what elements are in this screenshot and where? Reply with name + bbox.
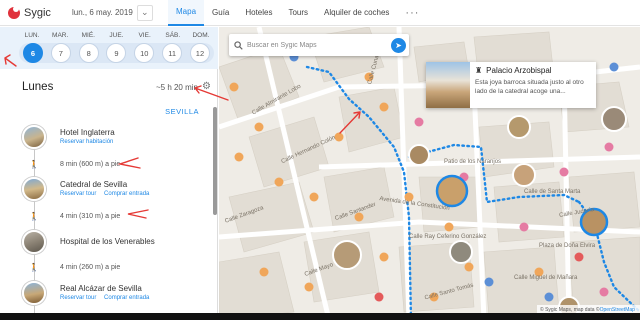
road-label: Calle de Santa Marta xyxy=(524,189,581,195)
stop-name: Hotel Inglaterra xyxy=(60,128,115,137)
attribution-text: © Sygic Maps, map data © xyxy=(540,306,600,313)
day-pill[interactable]: 9 xyxy=(106,43,127,63)
place-description: Esta joya barroca situada justo al otro … xyxy=(475,79,584,95)
search-icon[interactable] xyxy=(229,40,247,50)
stop-photo xyxy=(22,281,46,305)
day-name: Lunes xyxy=(22,81,54,93)
leg-duration: 4 min (310 m) a pie xyxy=(60,212,121,220)
buy-ticket-link[interactable]: Comprar entrada xyxy=(104,191,149,197)
itinerary-stop[interactable]: Hotel Inglaterra Reservar habitación xyxy=(22,125,212,153)
landmark-icon: ♜ xyxy=(475,66,483,75)
itinerary-stop[interactable]: Real Alcázar de Sevilla Reservar tour Co… xyxy=(22,281,212,309)
walking-person-icon: 🚶 xyxy=(29,262,39,272)
day-pill[interactable]: 7 xyxy=(50,43,71,63)
more-menu-icon[interactable]: ··· xyxy=(397,0,427,26)
map-search-box: ➤ xyxy=(229,34,409,56)
stop-photo xyxy=(22,125,46,149)
panel-scrollbar[interactable] xyxy=(213,107,217,215)
walking-leg: 🚶 4 min (310 m) a pie xyxy=(22,210,212,222)
book-room-link[interactable]: Reservar habitación xyxy=(60,139,113,145)
day-header: Lunes ~5 h 20 min ⚙ xyxy=(22,77,212,97)
itinerary-panel: LUN. MAR. MIÉ. JUE. VIE. SÁB. DOM. 6 7 8… xyxy=(0,27,218,320)
itinerary-stop[interactable]: Catedral de Sevilla Reservar tour Compra… xyxy=(22,177,212,205)
directions-icon[interactable]: ➤ xyxy=(391,37,406,53)
place-title: Palacio Arzobispal xyxy=(486,66,552,75)
day-total-time: ~5 h 20 min xyxy=(155,82,198,92)
weekday-label: MAR. xyxy=(52,32,69,39)
road-label: Calle Miguel de Mañara xyxy=(514,275,578,281)
road-label: Patio de los Naranjos xyxy=(444,159,502,165)
weekday-label: LUN. xyxy=(24,32,40,39)
buy-ticket-link[interactable]: Comprar entrada xyxy=(104,295,149,301)
gear-icon[interactable]: ⚙ xyxy=(202,82,212,92)
walking-person-icon: 🚶 xyxy=(29,211,39,221)
leg-duration: 8 min (600 m) a pie xyxy=(60,160,121,168)
weekday-label: MIÉ. xyxy=(81,32,95,39)
weekday-labels: LUN. MAR. MIÉ. JUE. VIE. SÁB. DOM. xyxy=(19,32,214,39)
tab-tours[interactable]: Tours xyxy=(280,0,316,26)
date-display: lun., 6 may. 2019 xyxy=(72,8,133,17)
day-pill[interactable]: 11 xyxy=(162,43,183,63)
weekday-label: DOM. xyxy=(192,32,210,39)
sygic-logo[interactable]: Sygic xyxy=(0,5,70,19)
tab-hoteles[interactable]: Hoteles xyxy=(237,0,280,26)
walking-person-icon: 🚶 xyxy=(29,159,39,169)
stop-name: Catedral de Sevilla xyxy=(60,180,128,189)
chevron-down-icon[interactable]: ⌄ xyxy=(136,4,153,21)
leg-duration: 4 min (260 m) a pie xyxy=(60,263,121,271)
stop-name: Real Alcázar de Sevilla xyxy=(60,284,142,293)
city-link[interactable]: SEVILLA xyxy=(165,107,199,116)
place-popup[interactable]: ♜ Palacio Arzobispal Esta joya barroca s… xyxy=(426,62,596,108)
road-label: Calle Ray Ceferino González xyxy=(409,234,487,240)
day-pill[interactable]: 8 xyxy=(78,43,99,63)
stop-photo xyxy=(22,177,46,201)
weekday-label: JUE. xyxy=(109,32,124,39)
main-nav: Mapa Guía Hoteles Tours Alquiler de coch… xyxy=(168,0,427,26)
tab-mapa[interactable]: Mapa xyxy=(168,0,205,26)
stop-photo xyxy=(22,230,46,254)
top-navigation-bar: Sygic lun., 6 may. 2019 ⌄ Mapa Guía Hote… xyxy=(0,0,640,26)
day-pill[interactable]: 12 xyxy=(189,43,210,63)
bottom-strip xyxy=(0,313,640,320)
date-selector[interactable]: lun., 6 may. 2019 ⌄ xyxy=(70,4,156,22)
tab-alquiler-coches[interactable]: Alquiler de coches xyxy=(316,0,397,26)
book-tour-link[interactable]: Reservar tour xyxy=(60,295,96,301)
day-selector: LUN. MAR. MIÉ. JUE. VIE. SÁB. DOM. 6 7 8… xyxy=(0,27,218,69)
itinerary-stop[interactable]: Hospital de los Venerables xyxy=(22,230,212,258)
weekday-label: SÁB. xyxy=(165,32,181,39)
sygic-logo-icon xyxy=(8,5,20,19)
weekday-label: VIE. xyxy=(138,32,151,39)
walking-leg: 🚶 8 min (600 m) a pie xyxy=(22,158,212,170)
stop-name: Hospital de los Venerables xyxy=(60,237,155,246)
road-label: Plaza de Doña Elvira xyxy=(539,243,596,249)
openstreetmap-link[interactable]: OpenStreetMap xyxy=(600,307,635,313)
day-pills: 6 7 8 9 10 11 12 xyxy=(19,43,214,63)
walking-leg: 🚶 4 min (260 m) a pie xyxy=(22,261,212,273)
day-pill-selected[interactable]: 6 xyxy=(23,43,43,63)
place-photo xyxy=(426,62,470,108)
tab-guia[interactable]: Guía xyxy=(204,0,237,26)
book-tour-link[interactable]: Reservar tour xyxy=(60,191,96,197)
day-pill[interactable]: 10 xyxy=(134,43,155,63)
brand-name: Sygic xyxy=(24,6,51,19)
map-search-input[interactable] xyxy=(247,41,377,49)
